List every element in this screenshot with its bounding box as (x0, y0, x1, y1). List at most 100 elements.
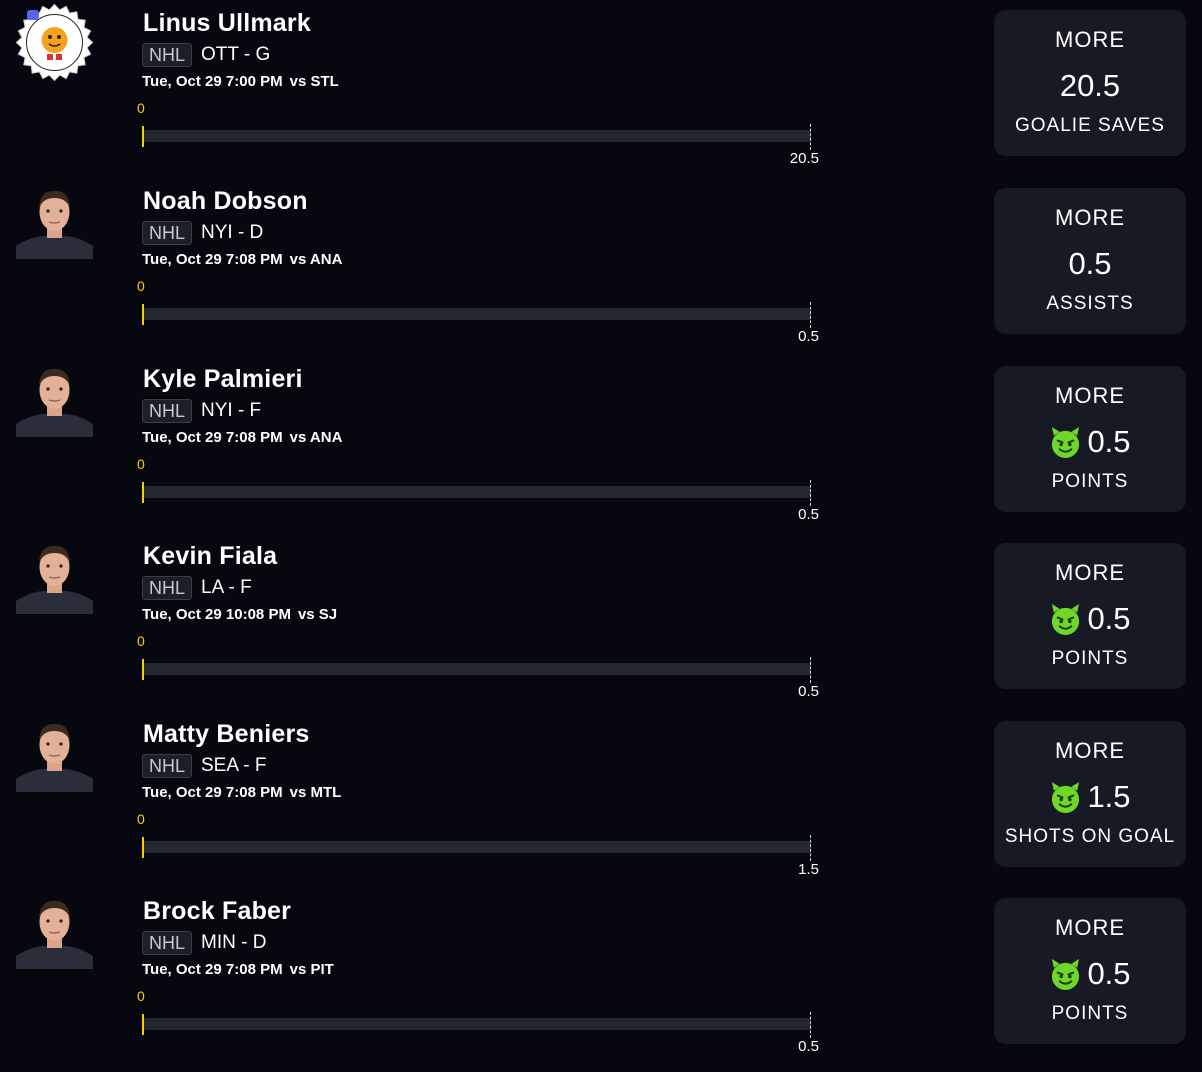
line-marker (810, 835, 811, 861)
pick-row: Noah Dobson NHL NYI - D Tue, Oct 29 7:08… (0, 178, 1202, 356)
progress-start-marker (142, 837, 144, 858)
game-time: Tue, Oct 29 10:08 PM (142, 606, 291, 623)
line-marker (810, 302, 811, 328)
opponent: vs STL (289, 73, 339, 90)
projection-card[interactable]: MORE 0.5 POINTS (994, 366, 1186, 512)
game-time: Tue, Oct 29 7:00 PM (142, 73, 283, 90)
league-badge: NHL (142, 221, 193, 245)
stat-type: POINTS (1051, 471, 1129, 492)
progress-start-label: 0 (137, 456, 145, 472)
line-label: 0.5 (798, 506, 819, 523)
line-row: 0.5 (994, 599, 1186, 639)
projection-card[interactable]: MORE 20.5 GOALIE SAVES (994, 10, 1186, 156)
demon-icon (1049, 426, 1082, 459)
progress-start-label: 0 (137, 811, 145, 827)
progress-track (143, 663, 811, 675)
game-info: Tue, Oct 29 7:08 PM vs MTL (142, 784, 341, 801)
league-badge: NHL (142, 931, 193, 955)
player-avatar (16, 892, 93, 969)
demon-icon (1049, 603, 1082, 636)
game-time: Tue, Oct 29 7:08 PM (142, 429, 283, 446)
progress-track (143, 308, 811, 320)
team-position: SEA - F (201, 755, 267, 776)
progress-start-marker (142, 126, 144, 147)
pick-row: Linus Ullmark NHL OTT - G Tue, Oct 29 7:… (0, 0, 1202, 178)
league-badge: NHL (142, 576, 193, 600)
line-row: 1.5 (994, 777, 1186, 817)
line-marker (810, 124, 811, 150)
pick-row: Kevin Fiala NHL LA - F Tue, Oct 29 10:08… (0, 533, 1202, 711)
team-position: LA - F (201, 577, 252, 598)
stat-type: POINTS (1051, 1003, 1129, 1024)
line-marker (810, 480, 811, 506)
game-time: Tue, Oct 29 7:08 PM (142, 961, 283, 978)
line-row: 20.5 (994, 66, 1186, 106)
line-value: 20.5 (1059, 68, 1121, 103)
progress-start-label: 0 (137, 988, 145, 1004)
line-label: 1.5 (798, 861, 819, 878)
player-name: Noah Dobson (143, 187, 308, 215)
opponent: vs PIT (289, 961, 334, 978)
direction-label: MORE (1055, 383, 1125, 408)
player-name: Kevin Fiala (143, 542, 278, 570)
pick-list: Linus Ullmark NHL OTT - G Tue, Oct 29 7:… (0, 0, 1202, 1072)
projection-card[interactable]: MORE 0.5 POINTS (994, 898, 1186, 1044)
progress-track (143, 486, 811, 498)
progress-track (143, 130, 811, 142)
line-row: 0.5 (994, 422, 1186, 462)
player-avatar (16, 360, 93, 437)
demon-icon (1049, 958, 1082, 991)
game-time: Tue, Oct 29 7:08 PM (142, 784, 283, 801)
direction-label: MORE (1055, 27, 1125, 52)
projection-card[interactable]: MORE 0.5 POINTS (994, 543, 1186, 689)
player-name: Brock Faber (143, 897, 292, 925)
line-value: 0.5 (1087, 601, 1131, 636)
progress-track (143, 841, 811, 853)
pick-row: Kyle Palmieri NHL NYI - F Tue, Oct 29 7:… (0, 356, 1202, 534)
player-name: Kyle Palmieri (143, 365, 303, 393)
opponent: vs MTL (289, 784, 342, 801)
line-marker (810, 657, 811, 683)
line-label: 0.5 (798, 683, 819, 700)
progress-start-marker (142, 482, 144, 503)
stat-type: SHOTS ON GOAL (1004, 826, 1176, 847)
game-info: Tue, Oct 29 7:08 PM vs ANA (142, 429, 342, 446)
line-row: 0.5 (994, 954, 1186, 994)
game-info: Tue, Oct 29 7:00 PM vs STL (142, 73, 339, 90)
progress-start-marker (142, 659, 144, 680)
line-value: 0.5 (1087, 424, 1131, 459)
league-badge: NHL (142, 754, 193, 778)
line-row: 0.5 (994, 244, 1186, 284)
opponent: vs SJ (297, 606, 338, 623)
progress-start-marker (142, 304, 144, 325)
player-name: Linus Ullmark (143, 9, 311, 37)
team-position: MIN - D (201, 932, 267, 953)
player-avatar (16, 715, 93, 792)
projection-card[interactable]: MORE 1.5 SHOTS ON GOAL (994, 721, 1186, 867)
line-marker (810, 1012, 811, 1038)
stat-type: POINTS (1051, 648, 1129, 669)
progress-track (143, 1018, 811, 1030)
stat-type: ASSISTS (1046, 293, 1134, 314)
line-value: 0.5 (1068, 246, 1112, 281)
pick-row: Matty Beniers NHL SEA - F Tue, Oct 29 7:… (0, 711, 1202, 889)
league-badge: NHL (142, 43, 193, 67)
team-position: NYI - F (201, 400, 262, 421)
player-avatar (16, 4, 93, 81)
progress-start-label: 0 (137, 633, 145, 649)
progress-start-label: 0 (137, 100, 145, 116)
direction-label: MORE (1055, 738, 1125, 763)
pick-row: Brock Faber NHL MIN - D Tue, Oct 29 7:08… (0, 888, 1202, 1066)
player-avatar (16, 182, 93, 259)
player-name: Matty Beniers (143, 720, 310, 748)
player-avatar (16, 537, 93, 614)
progress-start-label: 0 (137, 278, 145, 294)
team-position: OTT - G (201, 44, 271, 65)
line-value: 1.5 (1087, 779, 1131, 814)
projection-card[interactable]: MORE 0.5 ASSISTS (994, 188, 1186, 334)
demon-icon (1049, 781, 1082, 814)
line-label: 0.5 (798, 1038, 819, 1055)
game-info: Tue, Oct 29 7:08 PM vs ANA (142, 251, 342, 268)
progress-start-marker (142, 1014, 144, 1035)
direction-label: MORE (1055, 205, 1125, 230)
